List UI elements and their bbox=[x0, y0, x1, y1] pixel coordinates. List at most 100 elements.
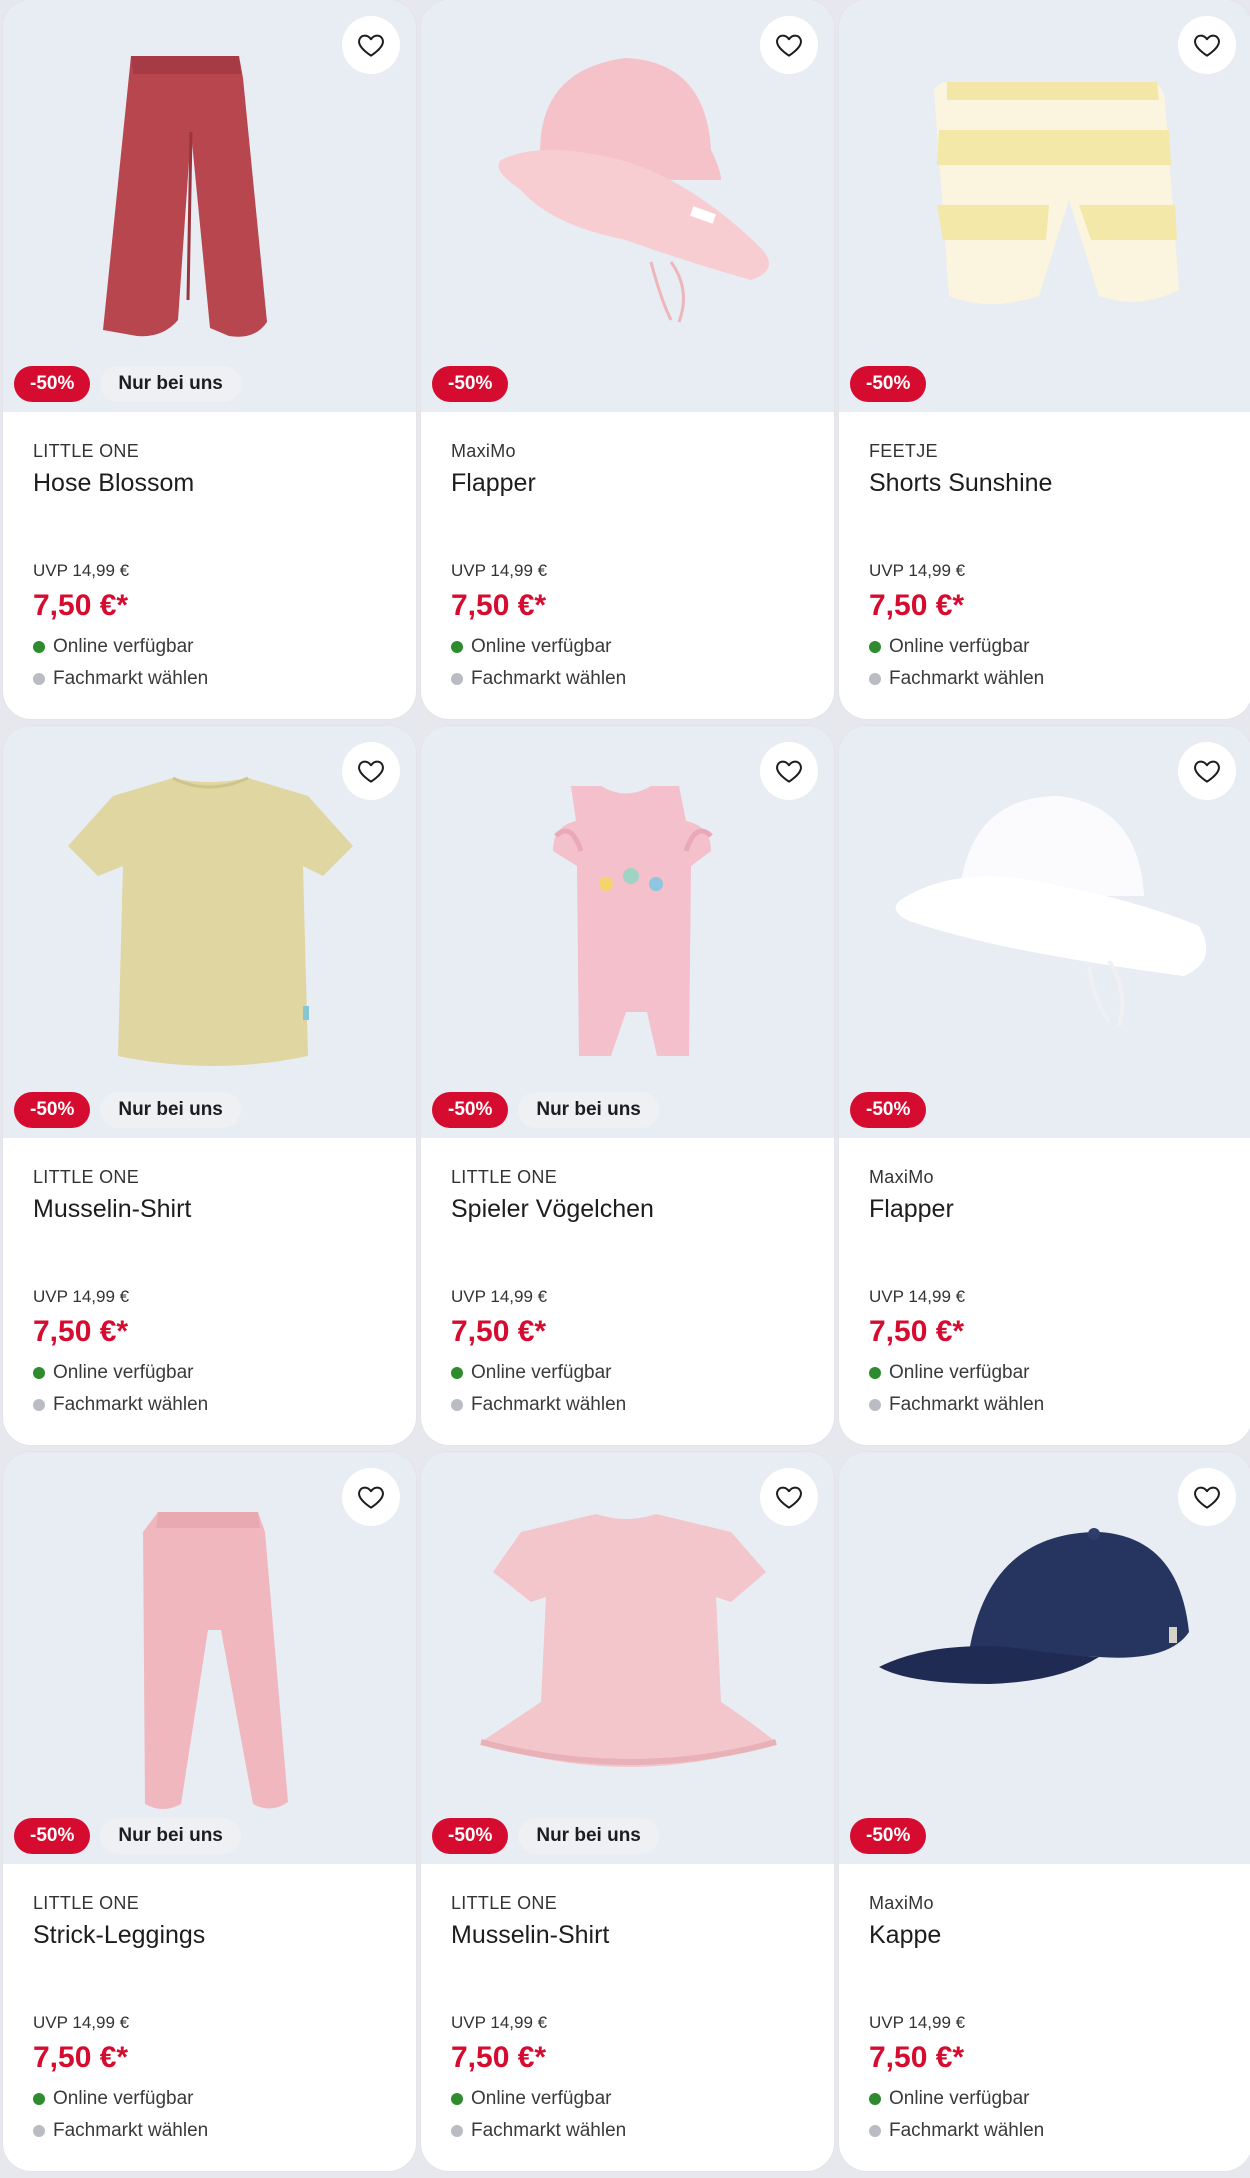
product-brand: LITTLE ONE bbox=[33, 441, 140, 461]
product-card-5[interactable]: -50% Nur bei uns LITTLE ONE Spieler Vöge… bbox=[421, 726, 834, 1445]
online-status-dot-icon bbox=[451, 641, 463, 653]
product-image-area[interactable]: -50% bbox=[839, 1452, 1250, 1864]
product-image-area[interactable]: -50% Nur bei uns bbox=[3, 1452, 416, 1864]
store-selection-label[interactable]: Fachmarkt wählen bbox=[471, 668, 626, 690]
product-name[interactable]: Musselin-Shirt bbox=[451, 1920, 804, 2010]
online-availability-label: Online verfügbar bbox=[471, 636, 612, 657]
product-brand: MaxiMo bbox=[869, 1167, 934, 1187]
heart-icon bbox=[776, 1486, 802, 1509]
product-name[interactable]: Flapper bbox=[451, 468, 804, 558]
favorite-button[interactable] bbox=[342, 16, 400, 74]
product-image-area[interactable]: -50% Nur bei uns bbox=[3, 0, 416, 412]
store-selection-label[interactable]: Fachmarkt wählen bbox=[889, 668, 1044, 690]
product-brand: MaxiMo bbox=[451, 441, 516, 461]
exclusive-badge: Nur bei uns bbox=[100, 1092, 241, 1128]
store-selection[interactable]: Fachmarkt wählen bbox=[869, 668, 1222, 690]
favorite-button[interactable] bbox=[760, 16, 818, 74]
store-status-dot-icon bbox=[869, 2125, 881, 2137]
store-status-dot-icon bbox=[33, 1399, 45, 1411]
store-selection-label[interactable]: Fachmarkt wählen bbox=[889, 1394, 1044, 1416]
product-uvp: UVP 14,99 € bbox=[451, 1287, 548, 1306]
product-card-7[interactable]: -50% Nur bei uns LITTLE ONE Strick-Leggi… bbox=[3, 1452, 416, 2171]
badge-row: -50% bbox=[850, 366, 927, 402]
product-image-area[interactable]: -50% Nur bei uns bbox=[421, 726, 834, 1138]
online-availability: Online verfügbar bbox=[451, 636, 804, 658]
product-uvp: UVP 14,99 € bbox=[869, 561, 966, 580]
store-selection-label[interactable]: Fachmarkt wählen bbox=[889, 2120, 1044, 2142]
heart-icon bbox=[776, 34, 802, 57]
store-selection-label[interactable]: Fachmarkt wählen bbox=[471, 2120, 626, 2142]
product-brand: LITTLE ONE bbox=[451, 1167, 558, 1187]
store-selection[interactable]: Fachmarkt wählen bbox=[33, 1394, 386, 1416]
online-availability: Online verfügbar bbox=[451, 2088, 804, 2110]
store-selection-label[interactable]: Fachmarkt wählen bbox=[53, 668, 208, 690]
favorite-button[interactable] bbox=[342, 1468, 400, 1526]
discount-badge: -50% bbox=[432, 366, 509, 402]
product-uvp: UVP 14,99 € bbox=[451, 2013, 548, 2032]
product-image-area[interactable]: -50% bbox=[839, 0, 1250, 412]
discount-badge: -50% bbox=[850, 1092, 927, 1128]
product-uvp: UVP 14,99 € bbox=[33, 2013, 130, 2032]
product-name[interactable]: Kappe bbox=[869, 1920, 1222, 2010]
badge-row: -50% bbox=[850, 1092, 927, 1128]
product-image-area[interactable]: -50% bbox=[839, 726, 1250, 1138]
product-name[interactable]: Musselin-Shirt bbox=[33, 1194, 386, 1284]
product-name[interactable]: Hose Blossom bbox=[33, 468, 386, 558]
product-image-area[interactable]: -50% Nur bei uns bbox=[421, 1452, 834, 1864]
exclusive-badge: Nur bei uns bbox=[518, 1092, 659, 1128]
favorite-button[interactable] bbox=[342, 742, 400, 800]
badge-row: -50% Nur bei uns bbox=[432, 1818, 659, 1854]
product-card-4[interactable]: -50% Nur bei uns LITTLE ONE Musselin-Shi… bbox=[3, 726, 416, 1445]
product-info: MaxiMo Flapper UVP 14,99 € 7,50 €* Onlin… bbox=[421, 412, 834, 690]
product-price: 7,50 €* bbox=[451, 1315, 547, 1348]
product-info: LITTLE ONE Musselin-Shirt UVP 14,99 € 7,… bbox=[3, 1138, 416, 1416]
store-selection-label[interactable]: Fachmarkt wählen bbox=[53, 1394, 208, 1416]
product-info: LITTLE ONE Strick-Leggings UVP 14,99 € 7… bbox=[3, 1864, 416, 2142]
online-status-dot-icon bbox=[33, 641, 45, 653]
product-card-1[interactable]: -50% Nur bei uns LITTLE ONE Hose Blossom… bbox=[3, 0, 416, 719]
product-brand: FEETJE bbox=[869, 441, 938, 461]
product-card-8[interactable]: -50% Nur bei uns LITTLE ONE Musselin-Shi… bbox=[421, 1452, 834, 2171]
store-selection[interactable]: Fachmarkt wählen bbox=[869, 1394, 1222, 1416]
product-brand: LITTLE ONE bbox=[451, 1893, 558, 1913]
product-uvp: UVP 14,99 € bbox=[33, 1287, 130, 1306]
online-availability-label: Online verfügbar bbox=[889, 1362, 1030, 1383]
online-availability-label: Online verfügbar bbox=[889, 2088, 1030, 2109]
product-card-3[interactable]: -50% FEETJE Shorts Sunshine UVP 14,99 € … bbox=[839, 0, 1250, 719]
product-info: MaxiMo Kappe UVP 14,99 € 7,50 €* Online … bbox=[839, 1864, 1250, 2142]
product-image-area[interactable]: -50% bbox=[421, 0, 834, 412]
product-name[interactable]: Flapper bbox=[869, 1194, 1222, 1284]
store-selection[interactable]: Fachmarkt wählen bbox=[451, 2120, 804, 2142]
favorite-button[interactable] bbox=[1178, 16, 1236, 74]
product-name[interactable]: Strick-Leggings bbox=[33, 1920, 386, 2010]
favorite-button[interactable] bbox=[760, 1468, 818, 1526]
store-selection[interactable]: Fachmarkt wählen bbox=[869, 2120, 1222, 2142]
store-selection[interactable]: Fachmarkt wählen bbox=[33, 668, 386, 690]
online-status-dot-icon bbox=[451, 2093, 463, 2105]
product-image-area[interactable]: -50% Nur bei uns bbox=[3, 726, 416, 1138]
product-name[interactable]: Shorts Sunshine bbox=[869, 468, 1222, 558]
favorite-button[interactable] bbox=[1178, 1468, 1236, 1526]
exclusive-badge: Nur bei uns bbox=[518, 1818, 659, 1854]
store-selection[interactable]: Fachmarkt wählen bbox=[33, 2120, 386, 2142]
favorite-button[interactable] bbox=[1178, 742, 1236, 800]
product-name[interactable]: Spieler Vögelchen bbox=[451, 1194, 804, 1284]
product-grid: -50% Nur bei uns LITTLE ONE Hose Blossom… bbox=[0, 0, 1250, 2171]
store-selection[interactable]: Fachmarkt wählen bbox=[451, 1394, 804, 1416]
online-availability: Online verfügbar bbox=[869, 636, 1222, 658]
badge-row: -50% bbox=[850, 1818, 927, 1854]
store-selection[interactable]: Fachmarkt wählen bbox=[451, 668, 804, 690]
favorite-button[interactable] bbox=[760, 742, 818, 800]
online-status-dot-icon bbox=[869, 2093, 881, 2105]
product-card-9[interactable]: -50% MaxiMo Kappe UVP 14,99 € 7,50 €* On… bbox=[839, 1452, 1250, 2171]
discount-badge: -50% bbox=[14, 1818, 91, 1854]
exclusive-badge: Nur bei uns bbox=[100, 1818, 241, 1854]
product-info: FEETJE Shorts Sunshine UVP 14,99 € 7,50 … bbox=[839, 412, 1250, 690]
store-selection-label[interactable]: Fachmarkt wählen bbox=[53, 2120, 208, 2142]
discount-badge: -50% bbox=[14, 366, 91, 402]
store-selection-label[interactable]: Fachmarkt wählen bbox=[471, 1394, 626, 1416]
online-status-dot-icon bbox=[451, 1367, 463, 1379]
online-status-dot-icon bbox=[869, 641, 881, 653]
product-card-2[interactable]: -50% MaxiMo Flapper UVP 14,99 € 7,50 €* … bbox=[421, 0, 834, 719]
product-card-6[interactable]: -50% MaxiMo Flapper UVP 14,99 € 7,50 €* … bbox=[839, 726, 1250, 1445]
